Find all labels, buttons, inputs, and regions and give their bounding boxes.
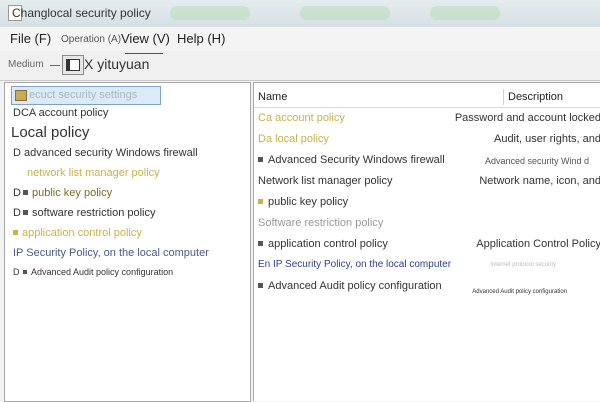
menu-file[interactable]: File (F): [10, 31, 51, 46]
menu-view[interactable]: View (V): [121, 31, 170, 46]
console-tree-icon: [66, 59, 80, 71]
title-bar: Changlocal security policy: [0, 0, 600, 27]
folder-icon: [258, 157, 263, 162]
tree-item-label: application control policy: [22, 227, 142, 239]
tree-item-label: public key policy: [32, 187, 113, 199]
folder-icon: [23, 190, 28, 195]
tree-prefix: D: [13, 267, 20, 277]
list-row-description: Network name, icon, and: [479, 175, 600, 187]
folder-icon: [258, 241, 263, 246]
list-row-description: Application Control Policy: [476, 238, 600, 250]
tree-item-label: Advanced Audit policy configuration: [31, 267, 174, 277]
list-row-name[interactable]: Da local policy: [258, 133, 329, 145]
tree-item-software-restriction[interactable]: software restriction policy: [23, 207, 156, 219]
list-row-name: public key policy: [268, 196, 349, 208]
folder-icon: [258, 199, 263, 204]
toolbar-overline: [125, 53, 163, 54]
list-row-name: application control policy: [268, 238, 388, 250]
list-row-name: Advanced Security Windows firewall: [268, 154, 445, 166]
list-row-description: Audit, user rights, and: [493, 133, 600, 145]
list-row-description: Password and account locked: [454, 112, 600, 124]
security-settings-icon: [15, 90, 27, 101]
tree-item-application-control[interactable]: application control policy: [13, 227, 142, 239]
tree-prefix: D: [13, 207, 21, 219]
toolbar-medium-label: Medium: [8, 59, 44, 70]
list-row-name[interactable]: Software restriction policy: [258, 217, 383, 229]
tree-item-network-list-manager[interactable]: network list manager policy: [27, 167, 160, 179]
tree-root-security-settings[interactable]: ecuct security settings: [11, 86, 161, 105]
menu-bar: File (F) Operation (A) View (V) Help (H): [0, 27, 600, 52]
list-row-advanced-audit[interactable]: Advanced Audit policy configuration: [258, 280, 442, 292]
window-title: Changlocal security policy: [12, 6, 151, 20]
tree-item-public-key[interactable]: public key policy: [23, 187, 112, 199]
toolbar-label: X yituyuan: [84, 56, 150, 72]
menu-help[interactable]: Help (H): [177, 31, 225, 46]
blurred-area: [170, 6, 250, 20]
list-row-name[interactable]: En IP Security Policy, on the local comp…: [258, 259, 451, 270]
list-row-description: Advanced security Wind d: [484, 156, 589, 166]
blurred-area: [300, 6, 390, 20]
list-row-name[interactable]: Ca account policy: [258, 112, 345, 124]
column-header-description[interactable]: Description: [508, 91, 563, 103]
folder-icon: [13, 230, 18, 235]
toolbar-separator: [50, 65, 60, 66]
list-row-name[interactable]: Network list manager policy: [258, 175, 393, 187]
tree-prefix: D: [13, 187, 21, 199]
tree-item-ip-security[interactable]: IP Security Policy, on the local compute…: [13, 247, 209, 259]
list-row-name: Advanced Audit policy configuration: [268, 280, 442, 292]
tree-item-label: software restriction policy: [32, 207, 156, 219]
folder-icon: [258, 283, 263, 288]
list-row-description: Internet protocol security: [490, 262, 556, 268]
column-divider[interactable]: [503, 89, 504, 105]
list-header: Name Description: [254, 87, 600, 108]
folder-icon: [23, 270, 27, 274]
folder-icon: [23, 210, 28, 215]
list-row-application-control[interactable]: application control policy: [258, 238, 388, 250]
list-row-firewall[interactable]: Advanced Security Windows firewall: [258, 154, 445, 166]
menu-operation[interactable]: Operation (A): [61, 34, 121, 45]
console-tree[interactable]: ecuct security settings DCA account poli…: [4, 82, 251, 402]
result-pane: Name Description Ca account policy Passw…: [253, 82, 600, 401]
tree-item-local-policy[interactable]: Local policy: [11, 124, 89, 141]
tree-root-label: ecuct security settings: [29, 89, 138, 101]
tree-item-windows-firewall[interactable]: D advanced security Windows firewall: [13, 147, 198, 159]
console-tree-toggle-button[interactable]: [62, 55, 84, 75]
blurred-area: [430, 6, 500, 20]
column-header-name[interactable]: Name: [258, 91, 287, 103]
list-row-public-key[interactable]: public key policy: [258, 196, 348, 208]
toolbar: Medium X yituyuan: [0, 51, 600, 81]
tree-item-advanced-audit[interactable]: Advanced Audit policy configuration: [23, 267, 173, 277]
tree-item-account-policy[interactable]: DCA account policy: [13, 107, 108, 119]
list-row-description: Advanced Audit policy configuration: [472, 289, 567, 295]
